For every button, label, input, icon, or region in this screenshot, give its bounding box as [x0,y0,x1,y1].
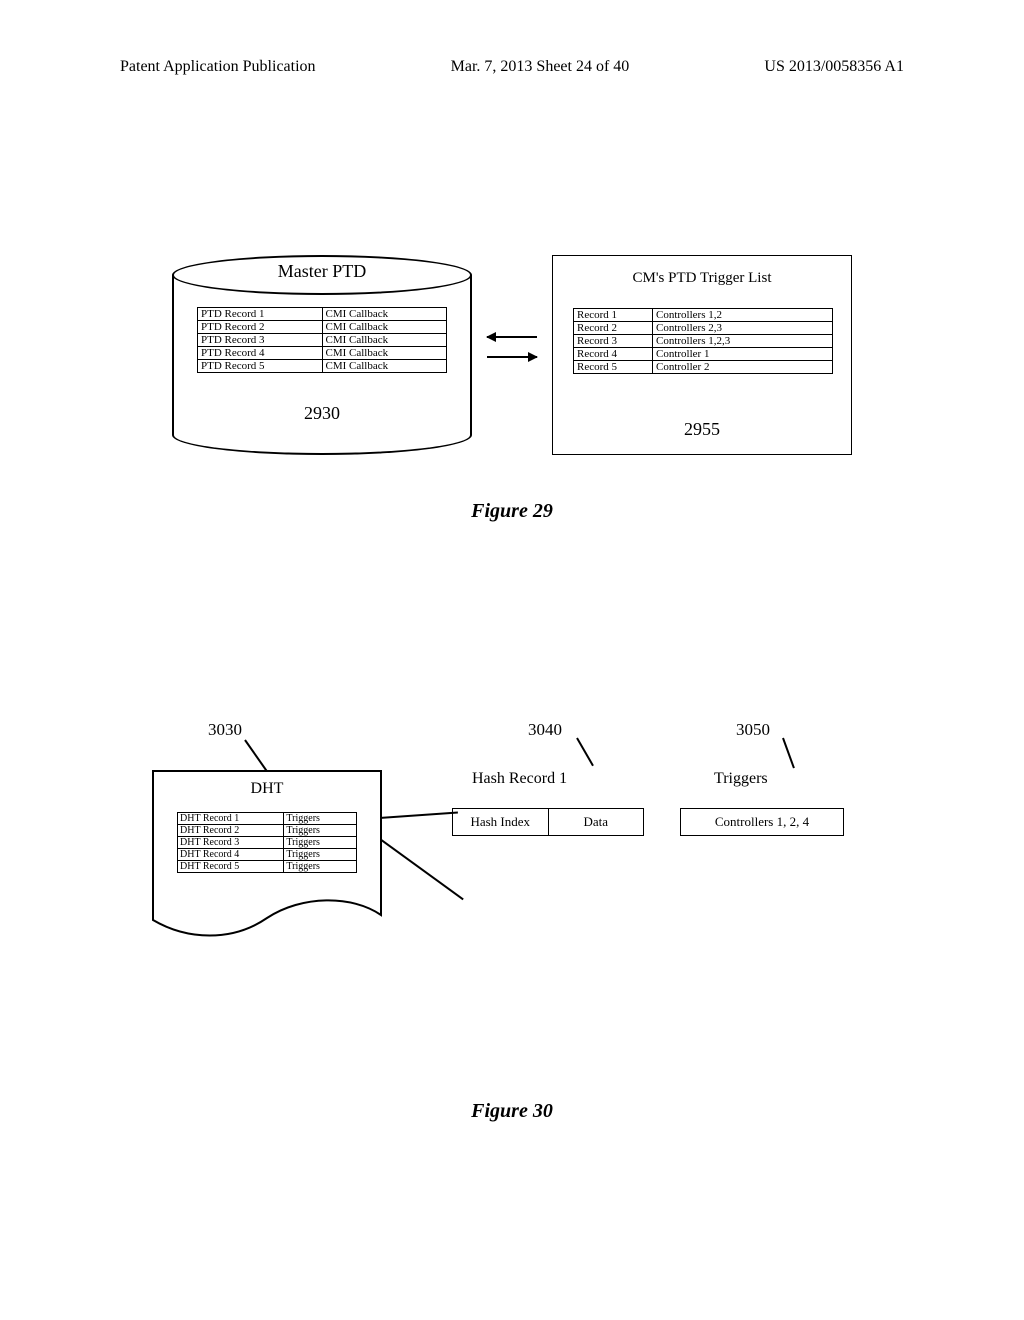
trigger-list-table: Record 1Controllers 1,2 Record 2Controll… [573,308,833,374]
trig-row-r: Controller 2 [653,361,833,373]
dht-row-r: Triggers [284,836,356,848]
figure-29: Master PTD PTD Record 1CMI Callback PTD … [0,255,1024,495]
master-ptd-table: PTD Record 1CMI Callback PTD Record 2CMI… [197,307,447,373]
hash-ref: 3040 [528,720,562,740]
dht-row-l: DHT Record 4 [178,848,284,860]
ptd-row-l: PTD Record 2 [198,320,323,333]
master-ptd-cylinder: Master PTD PTD Record 1CMI Callback PTD … [172,255,472,455]
trig-row-l: Record 3 [573,335,653,347]
trigger-list-title: CM's PTD Trigger List [553,270,851,287]
page-header: Patent Application Publication Mar. 7, 2… [0,58,1024,76]
ptd-row-r: CMI Callback [323,359,447,372]
hash-data-cell: Data [549,809,644,835]
figure-30-caption: Figure 30 [0,1100,1024,1123]
trigger-list-ref: 2955 [553,419,851,440]
dht-row-l: DHT Record 2 [178,824,284,836]
trig-row-r: Controllers 1,2 [653,309,833,321]
dht-row-r: Triggers [284,860,356,872]
header-mid: Mar. 7, 2013 Sheet 24 of 40 [451,58,630,76]
figure-29-caption: Figure 29 [0,500,1024,523]
dht-row-l: DHT Record 3 [178,836,284,848]
trigger-list-box: CM's PTD Trigger List Record 1Controller… [552,255,852,455]
ptd-row-r: CMI Callback [323,346,447,359]
hash-index-cell: Hash Index [453,809,549,835]
header-right: US 2013/0058356 A1 [764,58,904,76]
hash-record-title: Hash Record 1 [472,770,567,788]
trig-row-l: Record 4 [573,348,653,360]
hash-record-box: Hash Index Data [452,808,644,836]
ptd-row-r: CMI Callback [323,333,447,346]
dht-ref: 3030 [208,720,242,740]
master-ptd-title: Master PTD [172,261,472,282]
leader-line-icon [576,738,594,767]
ptd-row-l: PTD Record 4 [198,346,323,359]
ptd-row-l: PTD Record 1 [198,308,323,320]
dht-row-r: Triggers [284,813,356,824]
ptd-row-l: PTD Record 5 [198,359,323,372]
trig-row-l: Record 1 [573,309,653,321]
leader-line-icon [244,739,267,771]
ptd-row-r: CMI Callback [323,308,447,320]
triggers-box: Controllers 1, 2, 4 [680,808,844,836]
dht-row-l: DHT Record 1 [178,813,284,824]
header-left: Patent Application Publication [120,58,316,76]
trig-ref: 3050 [736,720,770,740]
dht-table: DHT Record 1Triggers DHT Record 2Trigger… [177,812,357,873]
trig-row-r: Controllers 1,2,3 [653,335,833,347]
dht-row-r: Triggers [284,848,356,860]
trig-row-r: Controller 1 [653,348,833,360]
leader-line-icon [782,738,795,769]
figure-30: 3030 3040 3050 DHT DHT Record 1Triggers … [0,740,1024,1000]
bidirectional-arrow-icon [482,330,542,370]
trig-row-r: Controllers 2,3 [653,322,833,334]
triggers-title: Triggers [714,770,768,788]
dht-row-l: DHT Record 5 [178,860,284,872]
ptd-row-l: PTD Record 3 [198,333,323,346]
trig-row-l: Record 5 [573,361,653,373]
ptd-row-r: CMI Callback [323,320,447,333]
master-ptd-ref: 2930 [172,403,472,424]
dht-title: DHT [152,780,382,798]
dht-row-r: Triggers [284,824,356,836]
trig-row-l: Record 2 [573,322,653,334]
